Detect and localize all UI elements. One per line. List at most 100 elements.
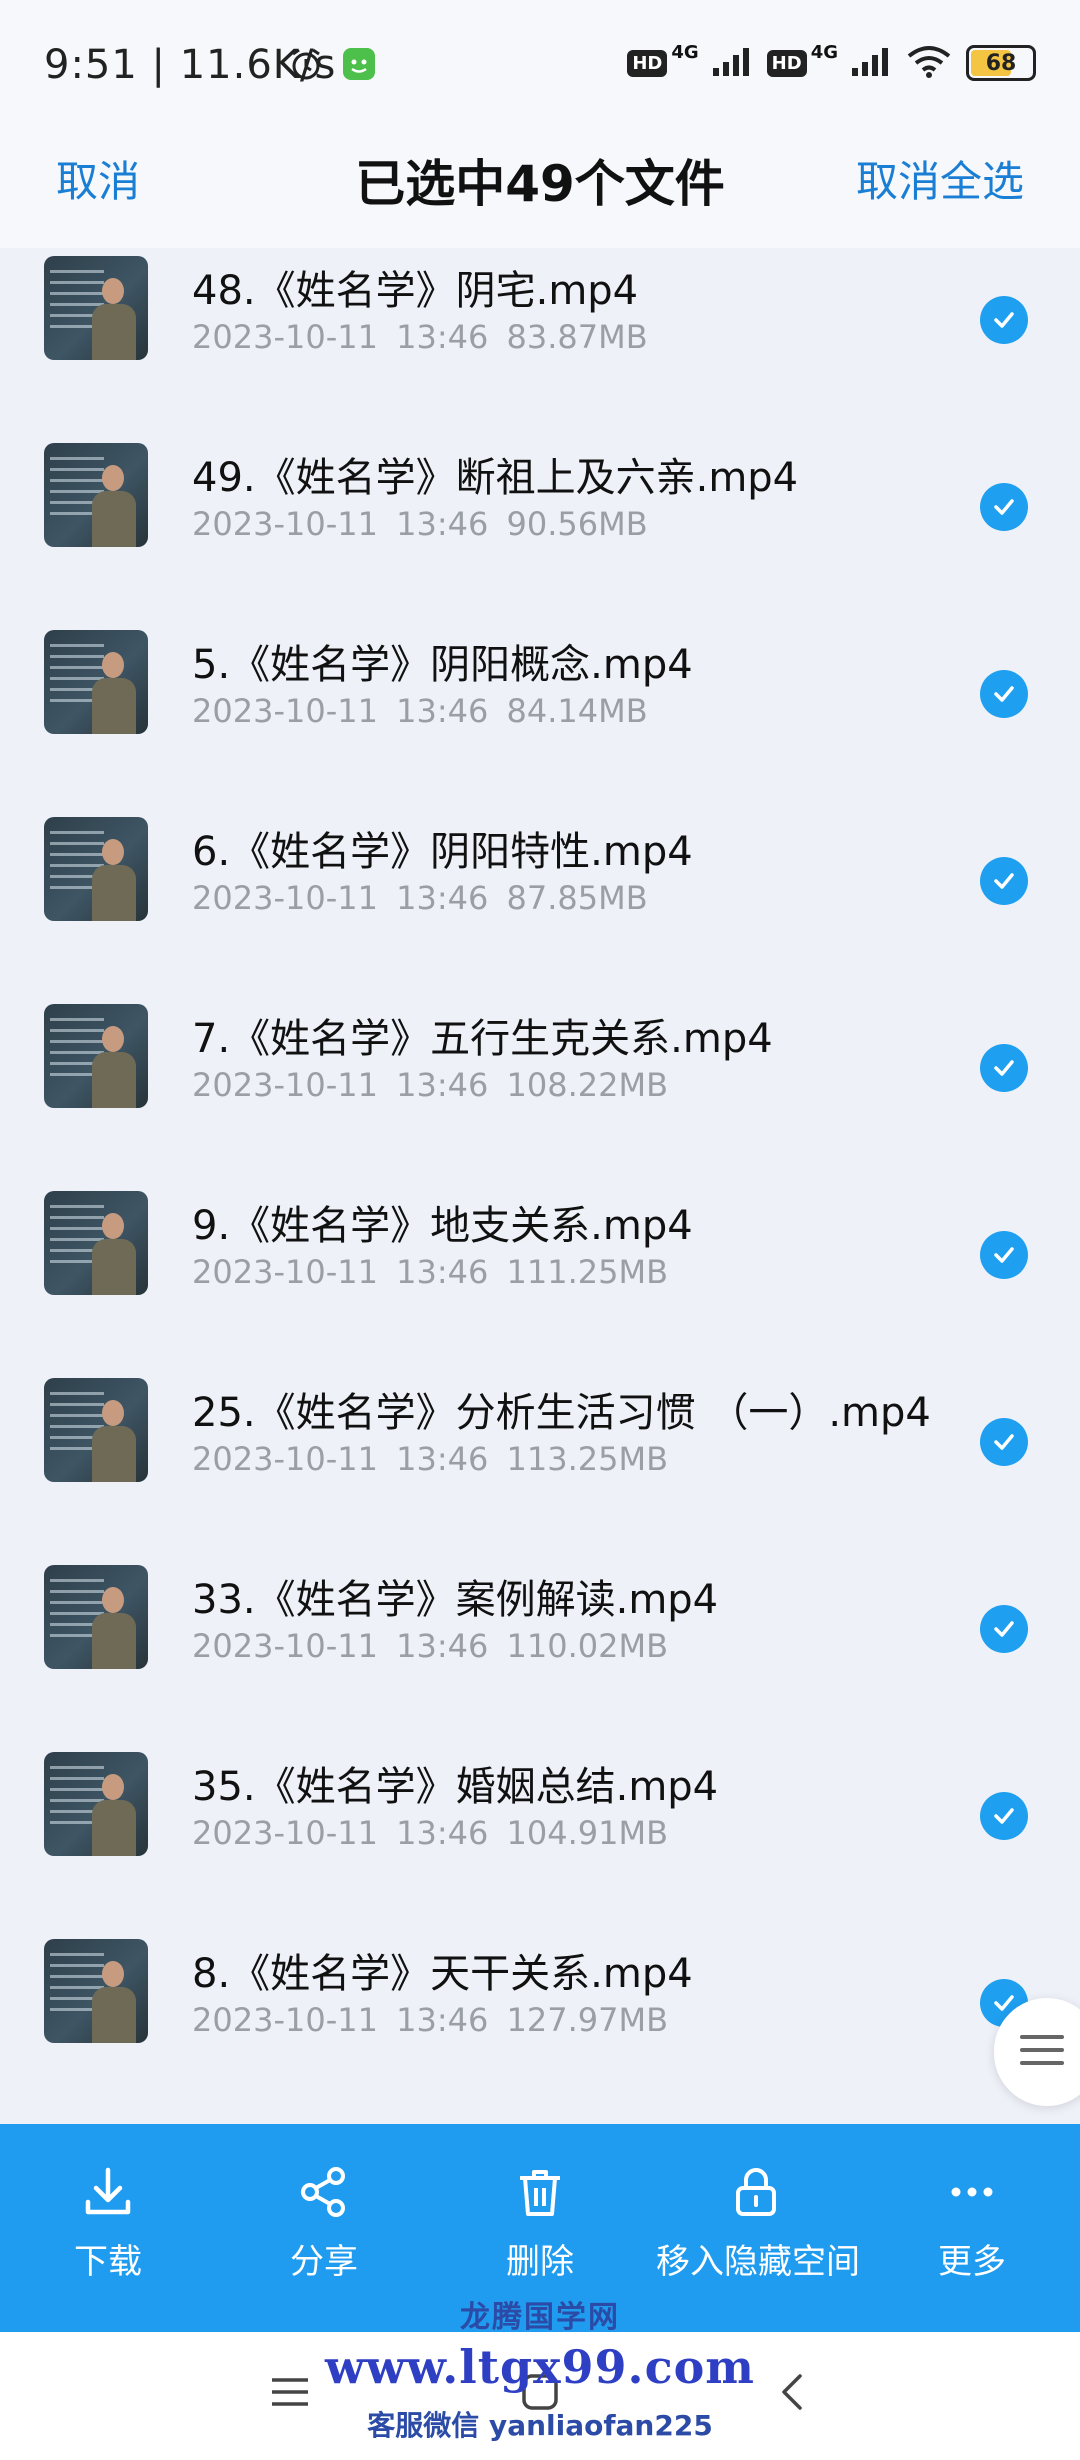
selected-checkmark-icon[interactable]: [980, 1044, 1028, 1092]
file-date: 2023-10-11: [192, 1066, 378, 1104]
alarm-icon: [288, 46, 324, 86]
thumbnail-person-body: [92, 1239, 136, 1295]
file-row[interactable]: 33.《姓名学》案例解读.mp4 2023-10-11 13:46 110.02M…: [0, 1489, 1080, 1676]
status-bar: 9:51 | 11.6K/s HD 4G HD 4G 68: [0, 0, 1080, 136]
file-row[interactable]: 6.《姓名学》阴阳特性.mp4 2023-10-11 13:46 87.85MB: [0, 741, 1080, 928]
file-row[interactable]: 35.《姓名学》婚姻总结.mp4 2023-10-11 13:46 104.91M…: [0, 1676, 1080, 1863]
thumbnail-person-body: [92, 304, 136, 360]
file-time: 13:46: [396, 1440, 489, 1478]
trash-icon: [440, 2160, 640, 2224]
file-time: 13:46: [396, 2001, 489, 2039]
thumbnail-person-head: [102, 652, 124, 678]
file-name: 6.《姓名学》阴阳特性.mp4: [192, 829, 693, 875]
file-row[interactable]: 8.《姓名学》天干关系.mp4 2023-10-11 13:46 127.97MB: [0, 1863, 1080, 2050]
file-time: 13:46: [396, 505, 489, 543]
more-icon: [872, 2160, 1072, 2224]
file-list: 48.《姓名学》阴宅.mp4 2023-10-11 13:46 83.87MB 49…: [0, 240, 1080, 2090]
status-right-icons: HD 4G HD 4G 68: [627, 41, 1036, 82]
download-label: 下载: [74, 2242, 142, 2282]
file-row[interactable]: 5.《姓名学》阴阳概念.mp4 2023-10-11 13:46 84.14MB: [0, 554, 1080, 741]
video-thumbnail: [44, 1752, 148, 1856]
file-row[interactable]: 48.《姓名学》阴宅.mp4 2023-10-11 13:46 83.87MB: [0, 240, 1080, 367]
file-meta: 2023-10-11 13:46 111.25MB: [192, 1253, 668, 1291]
move-to-hidden-space-button[interactable]: 移入隐藏空间: [656, 2160, 860, 2283]
battery-icon: 68: [966, 45, 1036, 81]
file-size: 108.22MB: [506, 1066, 669, 1104]
video-thumbnail: [44, 1004, 148, 1108]
file-time: 13:46: [396, 692, 489, 730]
watermark-title: 龙腾国学网: [460, 2300, 620, 2335]
delete-button[interactable]: 删除: [440, 2160, 640, 2283]
share-label: 分享: [290, 2242, 358, 2282]
selected-checkmark-icon[interactable]: [980, 857, 1028, 905]
wifi-icon: [906, 44, 952, 82]
file-time: 13:46: [396, 1253, 489, 1291]
video-thumbnail: [44, 1191, 148, 1295]
file-size: 127.97MB: [506, 2001, 669, 2039]
file-name: 49.《姓名学》断祖上及六亲.mp4: [192, 455, 799, 501]
selected-checkmark-icon[interactable]: [980, 1231, 1028, 1279]
file-size: 104.91MB: [506, 1814, 669, 1852]
file-date: 2023-10-11: [192, 1814, 378, 1852]
signal-icon: [852, 46, 892, 80]
thumbnail-person-head: [102, 1400, 124, 1426]
file-meta: 2023-10-11 13:46 113.25MB: [192, 1440, 668, 1478]
thumbnail-person-head: [102, 1026, 124, 1052]
selected-checkmark-icon[interactable]: [980, 296, 1028, 344]
thumbnail-person-head: [102, 1774, 124, 1800]
thumbnail-person-body: [92, 865, 136, 921]
file-name: 7.《姓名学》五行生克关系.mp4: [192, 1016, 773, 1062]
file-meta: 2023-10-11 13:46 87.85MB: [192, 879, 648, 917]
share-button[interactable]: 分享: [224, 2160, 424, 2283]
video-thumbnail: [44, 817, 148, 921]
hd-badge-1: HD: [627, 49, 668, 77]
file-meta: 2023-10-11 13:46 127.97MB: [192, 2001, 668, 2039]
file-date: 2023-10-11: [192, 879, 378, 917]
delete-label: 删除: [506, 2242, 574, 2282]
file-name: 5.《姓名学》阴阳概念.mp4: [192, 642, 693, 688]
file-row[interactable]: 25.《姓名学》分析生活习惯 （一）.mp4 2023-10-11 13:46 1…: [0, 1302, 1080, 1489]
thumbnail-person-head: [102, 1587, 124, 1613]
file-name: 8.《姓名学》天干关系.mp4: [192, 1951, 693, 1997]
thumbnail-person-body: [92, 1613, 136, 1669]
selected-checkmark-icon[interactable]: [980, 670, 1028, 718]
video-thumbnail: [44, 1939, 148, 2043]
download-button[interactable]: 下载: [8, 2160, 208, 2283]
thumbnail-person-body: [92, 1800, 136, 1856]
thumbnail-person-body: [92, 1426, 136, 1482]
network-type-2: 4G: [810, 41, 838, 63]
thumbnail-person-body: [92, 491, 136, 547]
selected-checkmark-icon[interactable]: [980, 1418, 1028, 1466]
deselect-all-button[interactable]: 取消全选: [856, 148, 1024, 209]
clock-time: 9:51: [44, 42, 138, 88]
file-date: 2023-10-11: [192, 505, 378, 543]
file-date: 2023-10-11: [192, 1440, 378, 1478]
selected-checkmark-icon[interactable]: [980, 1792, 1028, 1840]
selection-header: 取消 已选中49个文件 取消全选: [0, 136, 1080, 248]
network-type-1: 4G: [671, 41, 699, 63]
thumbnail-person-head: [102, 1213, 124, 1239]
file-name: 9.《姓名学》地支关系.mp4: [192, 1203, 693, 1249]
file-name: 33.《姓名学》案例解读.mp4: [192, 1577, 719, 1623]
file-size: 111.25MB: [506, 1253, 669, 1291]
selected-checkmark-icon[interactable]: [980, 483, 1028, 531]
selected-checkmark-icon[interactable]: [980, 1605, 1028, 1653]
more-button[interactable]: 更多: [872, 2160, 1072, 2283]
file-date: 2023-10-11: [192, 318, 378, 356]
thumbnail-person-body: [92, 1987, 136, 2043]
video-thumbnail: [44, 630, 148, 734]
battery-percent: 68: [985, 50, 1017, 76]
file-time: 13:46: [396, 879, 489, 917]
file-size: 90.56MB: [506, 505, 648, 543]
video-thumbnail: [44, 256, 148, 360]
file-row[interactable]: 49.《姓名学》断祖上及六亲.mp4 2023-10-11 13:46 90.56…: [0, 367, 1080, 554]
signal-icon: [712, 46, 753, 80]
file-row[interactable]: 9.《姓名学》地支关系.mp4 2023-10-11 13:46 111.25MB: [0, 1115, 1080, 1302]
thumbnail-person-head: [102, 278, 124, 304]
file-meta: 2023-10-11 13:46 104.91MB: [192, 1814, 668, 1852]
file-row[interactable]: 7.《姓名学》五行生克关系.mp4 2023-10-11 13:46 108.22…: [0, 928, 1080, 1115]
file-meta: 2023-10-11 13:46 90.56MB: [192, 505, 648, 543]
file-date: 2023-10-11: [192, 1627, 378, 1665]
file-meta: 2023-10-11 13:46 84.14MB: [192, 692, 648, 730]
file-size: 113.25MB: [506, 1440, 669, 1478]
